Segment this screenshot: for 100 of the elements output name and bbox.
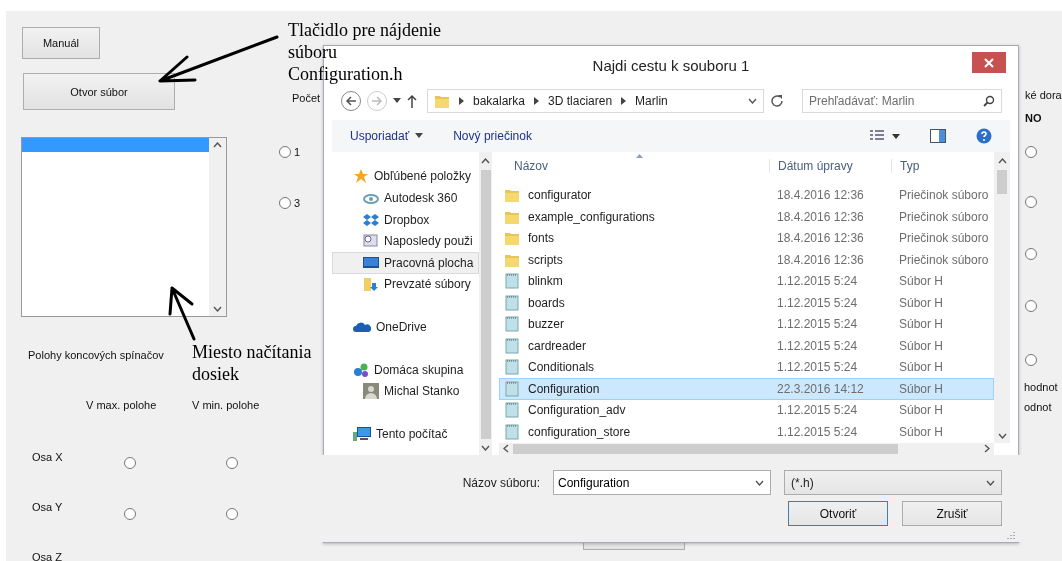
radio-button[interactable] xyxy=(279,146,291,158)
file-name: Conditionals xyxy=(528,360,595,375)
scroll-up-icon[interactable] xyxy=(213,142,222,148)
file-type: Súbor H xyxy=(898,424,945,439)
nav-item[interactable]: Dropbox xyxy=(332,208,479,231)
column-header[interactable]: Dátum úpravy xyxy=(769,158,891,173)
scroll-right-icon[interactable] xyxy=(984,444,990,454)
radio-button[interactable] xyxy=(1025,196,1037,208)
radio-button[interactable] xyxy=(226,508,238,520)
file-name: blinkm xyxy=(528,274,563,289)
history-caret-icon xyxy=(393,98,401,104)
nav-item[interactable]: Tento počítač xyxy=(332,422,479,445)
file-type: Priečinok súboro xyxy=(898,188,990,203)
nav-item[interactable]: Naposledy použi xyxy=(332,230,479,252)
nav-item[interactable]: Domáca skupina xyxy=(332,358,479,381)
file-name: Configuration xyxy=(528,381,600,396)
file-type: Priečinok súboro xyxy=(898,252,990,267)
manual-button[interactable]: Manuál xyxy=(22,27,100,59)
breadcrumb[interactable]: bakalarka xyxy=(473,93,526,108)
file-row[interactable]: boards 1.12.2015 5:24 Súbor H xyxy=(499,292,994,314)
document-icon xyxy=(504,359,520,376)
radio-button[interactable] xyxy=(279,197,291,209)
section-label: Polohy koncových spínačov xyxy=(28,349,164,361)
file-row[interactable]: fonts 18.4.2016 12:36 Priečinok súboro xyxy=(499,227,994,250)
file-row[interactable]: buzzer 1.12.2015 5:24 Súbor H xyxy=(499,313,994,336)
file-type-dropdown[interactable]: (*.h) xyxy=(784,470,1002,496)
file-type: Súbor H xyxy=(898,338,945,353)
dropdown-icon[interactable] xyxy=(748,97,757,104)
file-row[interactable]: configuration_store 1.12.2015 5:24 Súbor H xyxy=(499,421,994,443)
column-label: NO xyxy=(1025,112,1042,124)
dialog-button[interactable]: Otvoriť xyxy=(788,501,888,527)
nav-item[interactable]: OneDrive xyxy=(332,316,479,338)
file-name: scripts xyxy=(528,252,563,267)
scroll-up-icon[interactable] xyxy=(481,157,490,164)
breadcrumb[interactable]: 3D tlaciaren xyxy=(548,93,613,108)
view-options-icon[interactable] xyxy=(870,129,900,142)
nav-item[interactable]: Prevzaté súbory xyxy=(332,273,479,296)
nav-item[interactable]: Pracovná plocha xyxy=(332,251,479,274)
resize-grip-icon[interactable] xyxy=(1007,531,1015,539)
list-box[interactable] xyxy=(21,137,227,317)
column-label: V max. polohe xyxy=(86,399,157,411)
scroll-up-icon[interactable] xyxy=(997,157,1007,164)
dialog-button[interactable]: Zrušiť xyxy=(902,501,1002,527)
file-row[interactable]: configurator 18.4.2016 12:36 Priečinok súboro xyxy=(499,184,994,207)
column-header[interactable]: Názov xyxy=(499,158,769,173)
document-icon xyxy=(504,423,520,440)
file-row[interactable]: Configuration_adv 1.12.2015 5:24 Súbor H xyxy=(499,399,994,422)
file-row[interactable]: Conditionals 1.12.2015 5:24 Súbor H xyxy=(499,356,994,379)
file-row[interactable]: cardreader 1.12.2015 5:24 Súbor H xyxy=(499,335,994,357)
radio-button[interactable] xyxy=(1025,146,1037,158)
box-icon xyxy=(363,211,379,228)
nav-item[interactable]: Autodesk 360 xyxy=(332,187,479,209)
toolbar-button[interactable]: Nový priečinok xyxy=(453,128,532,143)
dropdown-icon[interactable] xyxy=(986,479,995,486)
radio-label: 1 xyxy=(294,146,301,158)
radio-button[interactable] xyxy=(124,508,136,520)
caret-icon xyxy=(415,133,424,139)
radio-button[interactable] xyxy=(1025,300,1037,312)
search-field[interactable]: Prehľadávať: Marlin xyxy=(802,88,1002,113)
close-button[interactable] xyxy=(972,52,1006,73)
avatar-icon xyxy=(363,383,379,400)
scroll-down-icon[interactable] xyxy=(213,306,222,312)
file-type: Súbor H xyxy=(898,360,945,375)
address-bar[interactable]: bakalarka 3D tlaciaren Marlin xyxy=(427,88,764,113)
refresh-icon[interactable] xyxy=(770,93,784,108)
file-row[interactable]: Configuration 22.3.2016 14:12 Súbor H xyxy=(499,378,994,400)
monitor-icon xyxy=(363,254,379,271)
radio-button[interactable] xyxy=(226,457,238,469)
file-type: Súbor H xyxy=(898,317,945,332)
file-row[interactable]: blinkm 1.12.2015 5:24 Súbor H xyxy=(499,270,994,293)
nav-item[interactable]: Obľúbené položky xyxy=(332,165,479,188)
nav-item[interactable]: Michal Stanko xyxy=(332,380,479,402)
toolbar-button[interactable]: Usporiadať xyxy=(350,128,424,143)
dropdown-icon[interactable] xyxy=(755,479,764,486)
scroll-down-icon[interactable] xyxy=(481,444,490,451)
preview-pane-icon[interactable] xyxy=(930,128,946,143)
radio-label: 3 xyxy=(294,197,301,209)
download-folder-icon xyxy=(363,276,379,293)
file-name: buzzer xyxy=(528,317,565,332)
file-date: 1.12.2015 5:24 xyxy=(776,317,859,332)
file-row[interactable]: scripts 18.4.2016 12:36 Priečinok súboro xyxy=(499,249,994,271)
up-arrow-icon[interactable] xyxy=(407,93,417,108)
file-type: Priečinok súboro xyxy=(898,231,990,246)
document-icon xyxy=(504,273,520,290)
scroll-left-icon[interactable] xyxy=(503,444,509,454)
breadcrumb[interactable]: Marlin xyxy=(635,93,668,108)
file-date: 1.12.2015 5:24 xyxy=(776,424,859,439)
file-row[interactable]: example_configurations 18.4.2016 12:36 Priečinok súboro xyxy=(499,206,994,228)
back-button[interactable] xyxy=(341,90,361,111)
radio-button[interactable] xyxy=(1025,248,1037,260)
filename-field[interactable]: Configuration xyxy=(553,470,771,496)
column-label: ké dora xyxy=(1025,89,1062,101)
file-name: configuration_store xyxy=(528,424,631,439)
open-file-button[interactable]: Otvor súbor xyxy=(23,73,175,110)
radio-button[interactable] xyxy=(1025,354,1037,366)
star-icon xyxy=(353,168,369,185)
file-name: configurator xyxy=(528,188,592,203)
radio-button[interactable] xyxy=(124,457,136,469)
help-icon[interactable] xyxy=(976,127,992,144)
scroll-down-icon[interactable] xyxy=(997,432,1007,439)
